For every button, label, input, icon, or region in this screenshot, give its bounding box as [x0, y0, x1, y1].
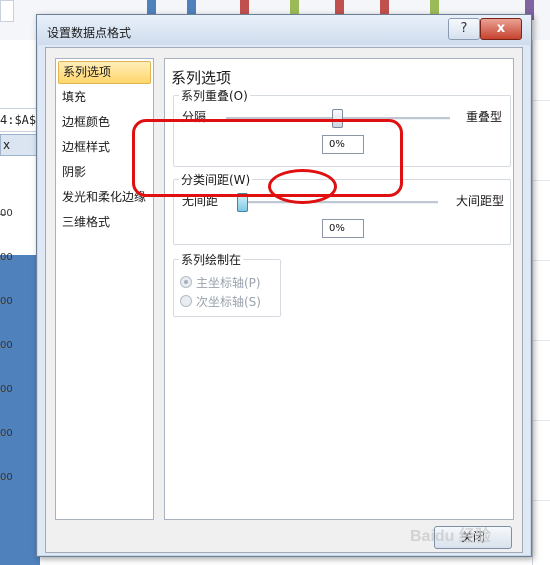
gridline — [533, 340, 550, 341]
gap-value-input[interactable]: 0% — [322, 219, 364, 238]
overlap-right-label: 重叠型 — [466, 110, 503, 124]
dialog-titlebar[interactable]: 设置数据点格式 ? x — [37, 15, 531, 45]
series-overlap-legend: 系列重叠(O) — [179, 87, 250, 104]
gridline — [533, 420, 550, 421]
axis-tick-label: 00 — [0, 208, 13, 219]
chart-right-edge — [532, 40, 550, 565]
plot-series-on-legend: 系列绘制在 — [179, 251, 244, 268]
format-data-point-dialog: 设置数据点格式 ? x 系列选项 填充 边框颜色 边框样式 阴影 发光和柔化边缘… — [36, 14, 532, 557]
gap-right-label: 大间距型 — [456, 194, 505, 208]
ribbon-cell — [0, 0, 14, 22]
axis-tick-label: 00 — [0, 428, 13, 439]
gap-slider-track[interactable] — [238, 201, 438, 204]
sheet-tab[interactable]: x — [0, 134, 38, 156]
nav-item-series-options[interactable]: 系列选项 — [58, 61, 151, 84]
dialog-title: 设置数据点格式 — [47, 26, 132, 40]
primary-axis-radio[interactable] — [180, 276, 192, 288]
nav-item-fill[interactable]: 填充 — [58, 86, 149, 109]
gridline — [533, 180, 550, 181]
secondary-axis-radio[interactable] — [180, 295, 192, 307]
close-icon[interactable]: x — [480, 18, 522, 40]
formula-bar-fragment[interactable]: 4:$A$ — [0, 108, 40, 132]
axis-tick-label: 00 — [0, 384, 13, 395]
gridline — [533, 500, 550, 501]
gridline — [533, 100, 550, 101]
secondary-axis-label: 次坐标轴(S) — [196, 295, 261, 309]
axis-tick-label: 00 — [0, 472, 13, 483]
plot-series-on-group: 系列绘制在 主坐标轴(P) 次坐标轴(S) — [173, 251, 281, 317]
primary-axis-label: 主坐标轴(P) — [196, 276, 261, 290]
nav-item-3d-format[interactable]: 三维格式 — [58, 211, 149, 234]
gridline — [533, 260, 550, 261]
axis-tick-label: 00 — [0, 252, 13, 263]
help-icon[interactable]: ? — [448, 18, 480, 40]
watermark-logo: Baidu 经验 — [410, 528, 491, 545]
highlight-ellipse — [268, 169, 337, 204]
axis-tick-label: 00 — [0, 340, 13, 351]
axis-tick-label: 00 — [0, 296, 13, 307]
panel-title: 系列选项 — [171, 69, 232, 87]
